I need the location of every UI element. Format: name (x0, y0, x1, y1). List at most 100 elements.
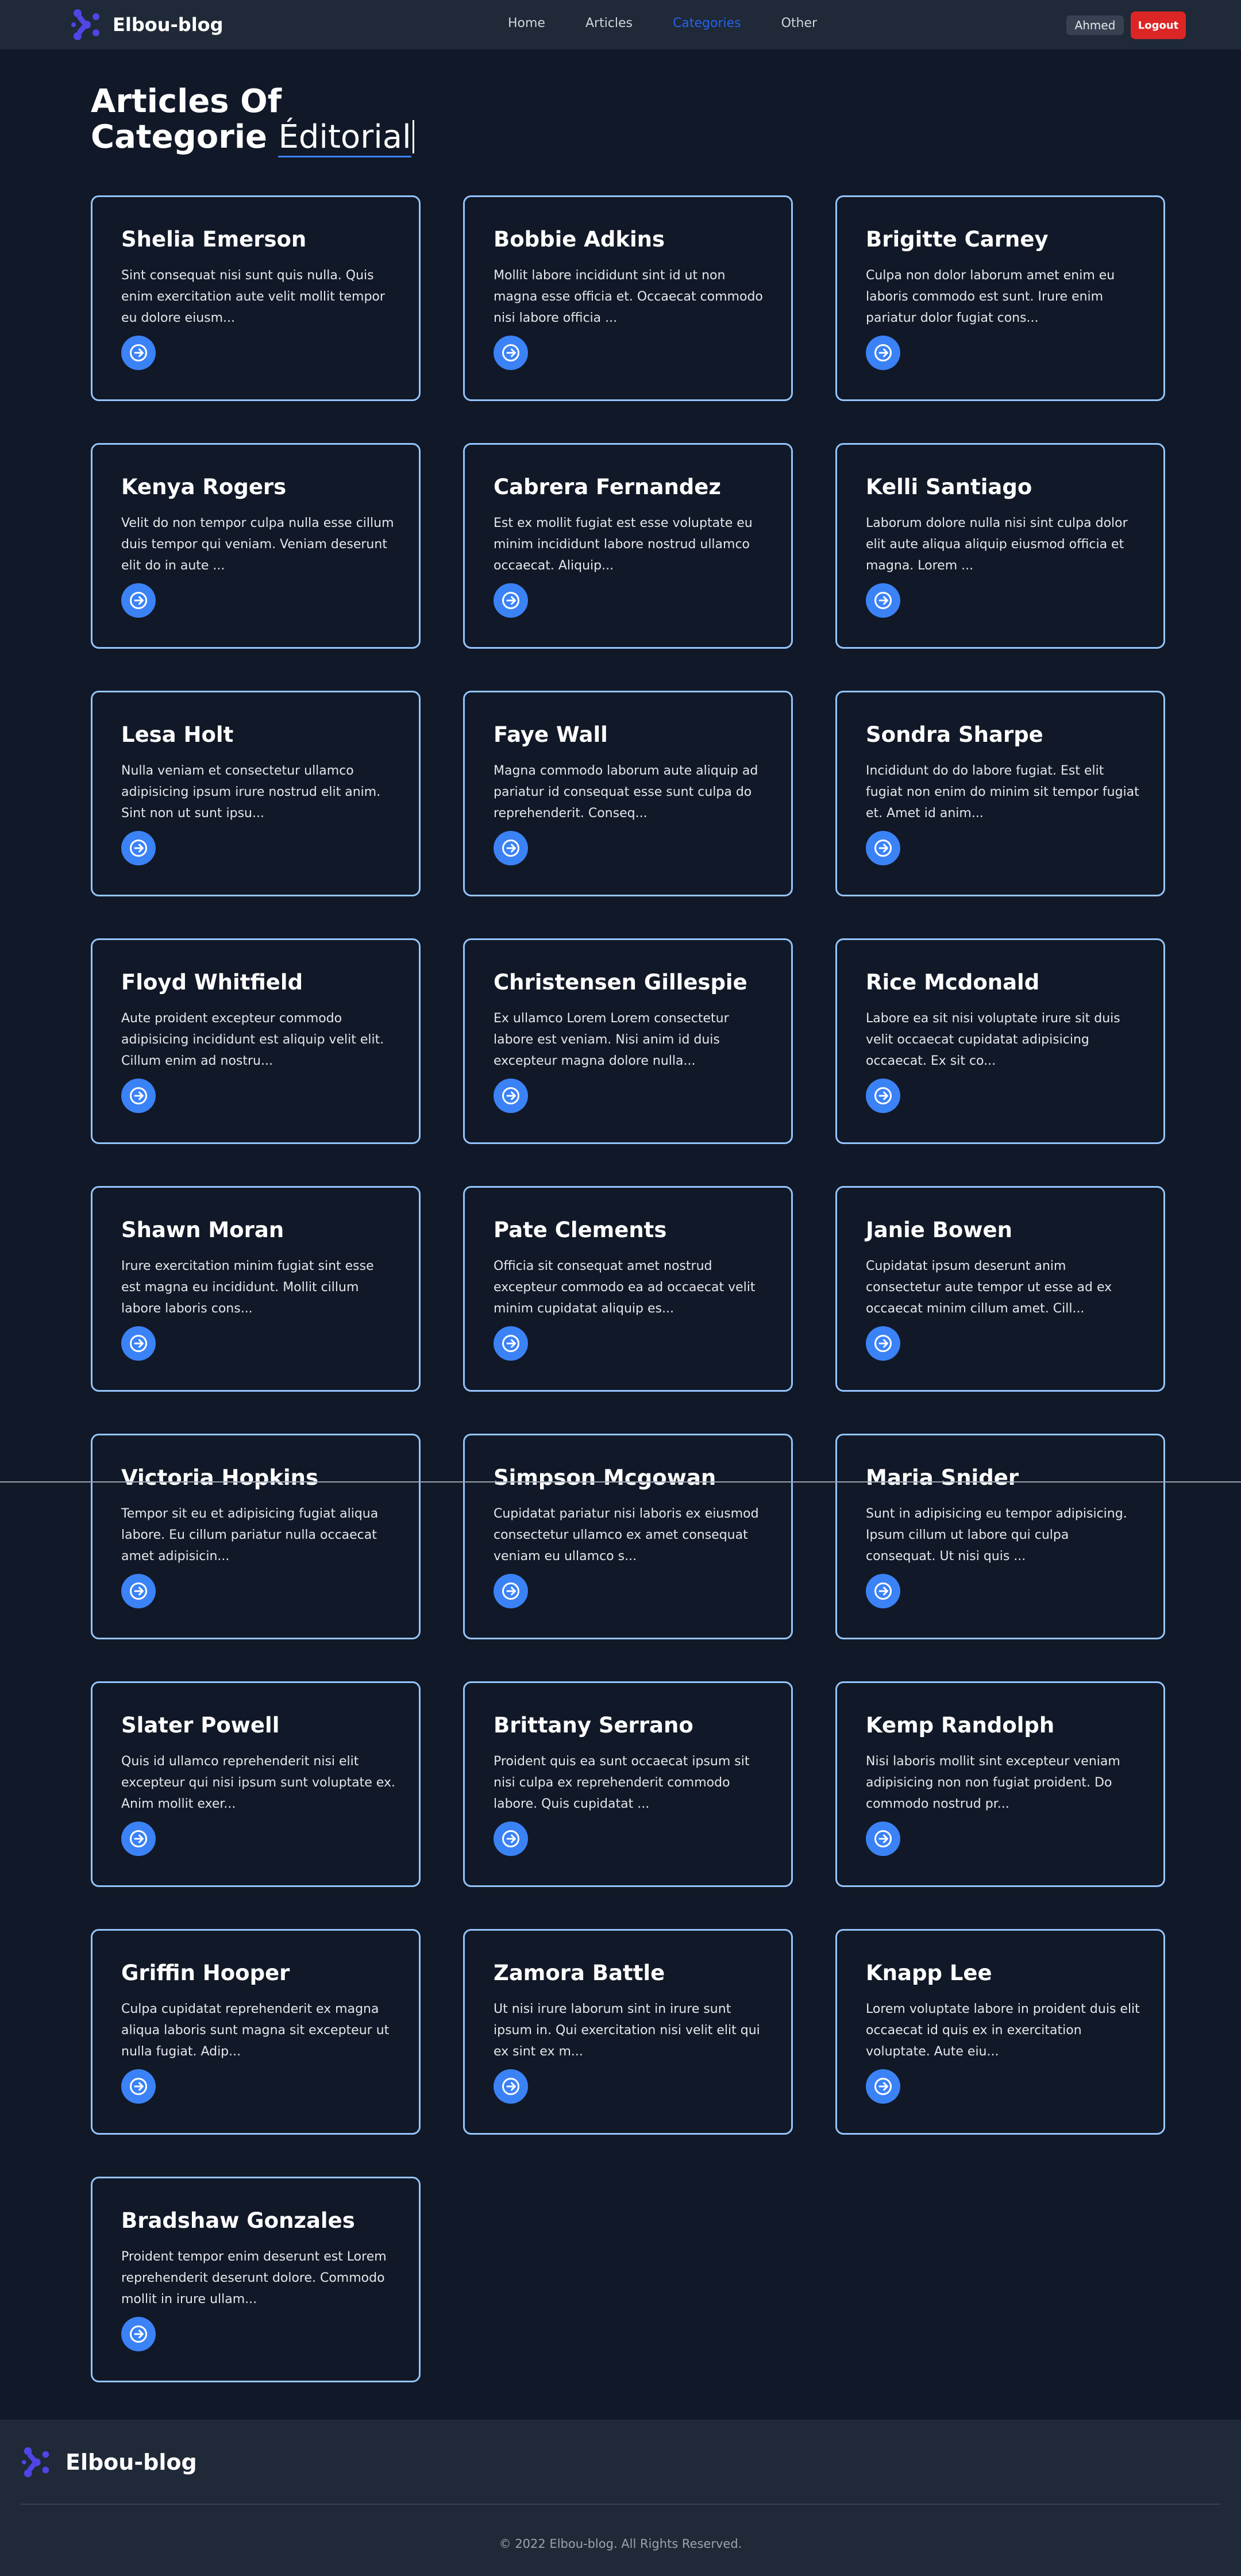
nav-link-other[interactable]: Other (781, 16, 817, 30)
article-card[interactable]: Bradshaw Gonzales Proident tempor enim de… (91, 2177, 421, 2382)
logo-icon (21, 2447, 49, 2478)
read-more-button[interactable] (866, 1822, 900, 1856)
article-card[interactable]: Kemp Randolph Nisi laboris mollit sint ex… (835, 1681, 1165, 1887)
read-more-button[interactable] (494, 2069, 528, 2104)
arrow-circle-right-icon (130, 2078, 147, 2095)
arrow-circle-right-icon (502, 1830, 519, 1847)
read-more-button[interactable] (494, 1326, 528, 1361)
article-excerpt: Culpa non dolor laborum amet enim eu lab… (866, 268, 1115, 325)
article-card[interactable]: Maria Snider Sunt in adipisicing eu tempo… (835, 1434, 1165, 1639)
read-more-button[interactable] (121, 1326, 156, 1361)
brand-link[interactable]: Elbou-blog (70, 8, 223, 41)
read-more-button[interactable] (866, 1079, 900, 1113)
arrow-circle-right-icon (502, 592, 519, 609)
page-title: Articles Of Categorie Éditorial (91, 84, 608, 157)
footer-brand[interactable]: Elbou-blog (21, 2446, 197, 2478)
read-more-button[interactable] (121, 831, 156, 865)
article-excerpt: Nisi laboris mollit sint excepteur venia… (866, 1754, 1120, 1811)
article-excerpt: Velit do non tempor culpa nulla esse cil… (121, 516, 394, 573)
read-more-button[interactable] (121, 2069, 156, 2104)
read-more-button[interactable] (121, 1822, 156, 1856)
article-excerpt: Tempor sit eu et adipisicing fugiat aliq… (121, 1507, 379, 1564)
article-card[interactable]: Lesa Holt Nulla veniam et consectetur ull… (91, 691, 421, 896)
footer: Elbou-blog © 2022 Elbou-blog. All Rights… (0, 2420, 1241, 2576)
article-title: Pate Clements (494, 1218, 667, 1242)
article-card[interactable]: Kenya Rogers Velit do non tempor culpa nu… (91, 443, 421, 649)
article-excerpt: Cupidatat pariatur nisi laboris ex eiusm… (494, 1507, 759, 1564)
arrow-circle-right-icon (130, 1830, 147, 1847)
arrow-circle-right-icon (130, 1582, 147, 1600)
read-more-button[interactable] (121, 336, 156, 370)
read-more-button[interactable] (866, 831, 900, 865)
article-card[interactable]: Kelli Santiago Laborum dolore nulla nisi … (835, 443, 1165, 649)
read-more-button[interactable] (494, 1574, 528, 1608)
article-excerpt: Proident quis ea sunt occaecat ipsum sit… (494, 1754, 750, 1811)
read-more-button[interactable] (121, 1574, 156, 1608)
article-card[interactable]: Faye Wall Magna commodo laborum aute aliq… (463, 691, 793, 896)
read-more-button[interactable] (866, 583, 900, 618)
article-card[interactable]: Janie Bowen Cupidatat ipsum deserunt anim… (835, 1186, 1165, 1392)
article-title: Simpson Mcgowan (494, 1465, 716, 1490)
article-card[interactable]: Simpson Mcgowan Cupidatat pariatur nisi l… (463, 1434, 793, 1639)
copyright-text: © 2022 Elbou-blog. All Rights Reserved. (499, 2537, 742, 2551)
article-excerpt: Quis id ullamco reprehenderit nisi elit … (121, 1754, 395, 1811)
article-excerpt: Ex ullamco Lorem Lorem consectetur labor… (494, 1011, 729, 1068)
read-more-button[interactable] (494, 1079, 528, 1113)
read-more-button[interactable] (494, 583, 528, 618)
article-card[interactable]: Slater Powell Quis id ullamco reprehender… (91, 1681, 421, 1887)
logout-button[interactable]: Logout (1131, 11, 1186, 39)
article-excerpt: Cupidatat ipsum deserunt anim consectetu… (866, 1259, 1112, 1316)
article-card[interactable]: Knapp Lee Lorem voluptate labore in proid… (835, 1929, 1165, 2135)
read-more-button[interactable] (121, 1079, 156, 1113)
article-card[interactable]: Victoria Hopkins Tempor sit eu et adipisi… (91, 1434, 421, 1639)
arrow-circle-right-icon (874, 1582, 892, 1600)
article-title: Faye Wall (494, 722, 608, 747)
user-button[interactable]: Ahmed (1066, 16, 1124, 35)
article-card[interactable]: Shawn Moran Irure exercitation minim fugi… (91, 1186, 421, 1392)
article-card[interactable]: Sondra Sharpe Incididunt do do labore fug… (835, 691, 1165, 896)
article-title: Rice Mcdonald (866, 970, 1040, 995)
article-card[interactable]: Shelia Emerson Sint consequat nisi sunt q… (91, 195, 421, 401)
read-more-button[interactable] (121, 2317, 156, 2351)
article-excerpt: Mollit labore incididunt sint id ut non … (494, 268, 763, 325)
read-more-button[interactable] (866, 336, 900, 370)
article-title: Kemp Randolph (866, 1713, 1055, 1738)
article-card[interactable]: Rice Mcdonald Labore ea sit nisi voluptat… (835, 938, 1165, 1144)
read-more-button[interactable] (866, 1326, 900, 1361)
category-name: Éditorial (278, 118, 411, 157)
article-title: Shelia Emerson (121, 227, 307, 252)
article-excerpt: Magna commodo laborum aute aliquip ad pa… (494, 764, 758, 821)
article-card[interactable]: Zamora Battle Ut nisi irure laborum sint … (463, 1929, 793, 2135)
read-more-button[interactable] (494, 1822, 528, 1856)
article-card[interactable]: Floyd Whitfield Aute proident excepteur c… (91, 938, 421, 1144)
article-excerpt: Aute proident excepteur commodo adipisic… (121, 1011, 384, 1068)
read-more-button[interactable] (866, 2069, 900, 2104)
article-card[interactable]: Bobbie Adkins Mollit labore incididunt si… (463, 195, 793, 401)
article-excerpt: Culpa cupidatat reprehenderit ex magna a… (121, 2002, 390, 2059)
navbar: Elbou-blog Home Articles Categories Othe… (0, 0, 1241, 49)
brand-name: Elbou-blog (113, 14, 223, 36)
article-card[interactable]: Brigitte Carney Culpa non dolor laborum a… (835, 195, 1165, 401)
arrow-circle-right-icon (874, 592, 892, 609)
read-more-button[interactable] (866, 1574, 900, 1608)
arrow-circle-right-icon (502, 840, 519, 857)
read-more-button[interactable] (494, 831, 528, 865)
article-card[interactable]: Griffin Hooper Culpa cupidatat reprehende… (91, 1929, 421, 2135)
article-excerpt: Lorem voluptate labore in proident duis … (866, 2002, 1140, 2059)
nav-link-categories[interactable]: Categories (673, 16, 741, 30)
article-card[interactable]: Cabrera Fernandez Est ex mollit fugiat es… (463, 443, 793, 649)
read-more-button[interactable] (121, 583, 156, 618)
arrow-circle-right-icon (130, 344, 147, 361)
nav-link-home[interactable]: Home (508, 16, 545, 30)
text-caret (412, 120, 414, 153)
arrow-circle-right-icon (874, 1335, 892, 1352)
read-more-button[interactable] (494, 336, 528, 370)
arrow-circle-right-icon (502, 1087, 519, 1104)
article-card[interactable]: Pate Clements Officia sit consequat amet … (463, 1186, 793, 1392)
nav-link-articles[interactable]: Articles (585, 16, 633, 30)
arrow-circle-right-icon (502, 1335, 519, 1352)
page-title-prefix: Categorie (91, 118, 279, 156)
article-card[interactable]: Brittany Serrano Proident quis ea sunt oc… (463, 1681, 793, 1887)
article-card[interactable]: Christensen Gillespie Ex ullamco Lorem Lo… (463, 938, 793, 1144)
arrow-circle-right-icon (874, 2078, 892, 2095)
